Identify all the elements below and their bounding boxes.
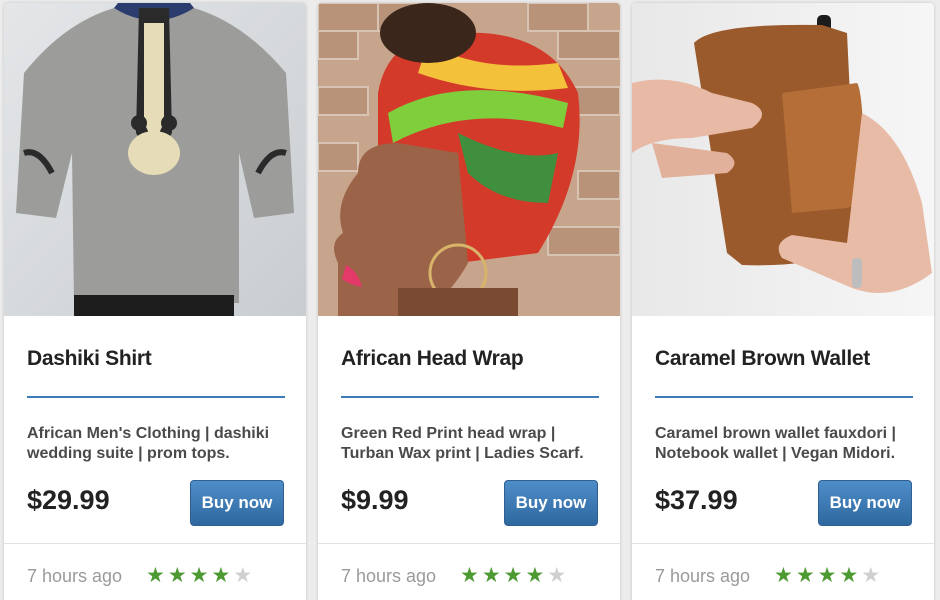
- dashiki-shirt-image[interactable]: [4, 3, 306, 316]
- head-wrap-photo: [318, 3, 620, 316]
- posted-time: 7 hours ago: [655, 566, 751, 586]
- star-filled-icon: ★: [460, 564, 482, 587]
- buy-now-button[interactable]: Buy now: [504, 480, 598, 526]
- product-description: Caramel brown wallet fauxdori | Notebook…: [655, 425, 896, 462]
- product-card: Dashiki Shirt African Men's Clothing | d…: [4, 3, 306, 600]
- star-filled-icon: ★: [503, 564, 526, 587]
- star-filled-icon: ★: [839, 564, 862, 587]
- star-filled-icon: ★: [189, 564, 212, 587]
- star-filled-icon: ★: [795, 564, 818, 587]
- card-footer: 7 hours ago ★★★★★: [318, 543, 620, 600]
- product-description: Green Red Print head wrap | Turban Wax p…: [341, 425, 584, 462]
- posted-time: 7 hours ago: [27, 566, 123, 586]
- product-title[interactable]: Dashiki Shirt: [27, 347, 152, 371]
- star-rating: ★★★★★: [774, 564, 884, 587]
- posted-time: 7 hours ago: [341, 566, 437, 586]
- star-filled-icon: ★: [211, 564, 234, 587]
- star-filled-icon: ★: [817, 564, 840, 587]
- product-card: African Head Wrap Green Red Print head w…: [318, 3, 620, 600]
- product-price: $9.99: [341, 485, 409, 515]
- buy-now-button[interactable]: Buy now: [190, 480, 284, 526]
- star-filled-icon: ★: [774, 564, 796, 587]
- star-filled-icon: ★: [146, 564, 168, 587]
- product-title[interactable]: African Head Wrap: [341, 347, 524, 371]
- title-divider: [27, 396, 285, 398]
- dashiki-shirt-photo: [4, 3, 306, 316]
- product-title[interactable]: Caramel Brown Wallet: [655, 347, 870, 371]
- star-empty-icon: ★: [861, 564, 884, 587]
- card-footer: 7 hours ago ★★★★★: [4, 543, 306, 600]
- product-description: African Men's Clothing | dashiki wedding…: [27, 425, 270, 462]
- star-empty-icon: ★: [547, 564, 570, 587]
- brown-wallet-image[interactable]: [632, 3, 934, 316]
- star-rating: ★★★★★: [460, 564, 570, 587]
- title-divider: [341, 396, 599, 398]
- brown-wallet-photo: [632, 3, 934, 316]
- product-price: $29.99: [27, 485, 110, 515]
- star-filled-icon: ★: [525, 564, 548, 587]
- card-footer: 7 hours ago ★★★★★: [632, 543, 934, 600]
- star-rating: ★★★★★: [146, 564, 256, 587]
- buy-now-button[interactable]: Buy now: [818, 480, 912, 526]
- product-card: Caramel Brown Wallet Caramel brown walle…: [632, 3, 934, 600]
- title-divider: [655, 396, 913, 398]
- star-filled-icon: ★: [481, 564, 504, 587]
- head-wrap-image[interactable]: [318, 3, 620, 316]
- product-price: $37.99: [655, 485, 738, 515]
- star-filled-icon: ★: [167, 564, 190, 587]
- star-empty-icon: ★: [233, 564, 256, 587]
- product-grid: Dashiki Shirt African Men's Clothing | d…: [0, 0, 940, 600]
